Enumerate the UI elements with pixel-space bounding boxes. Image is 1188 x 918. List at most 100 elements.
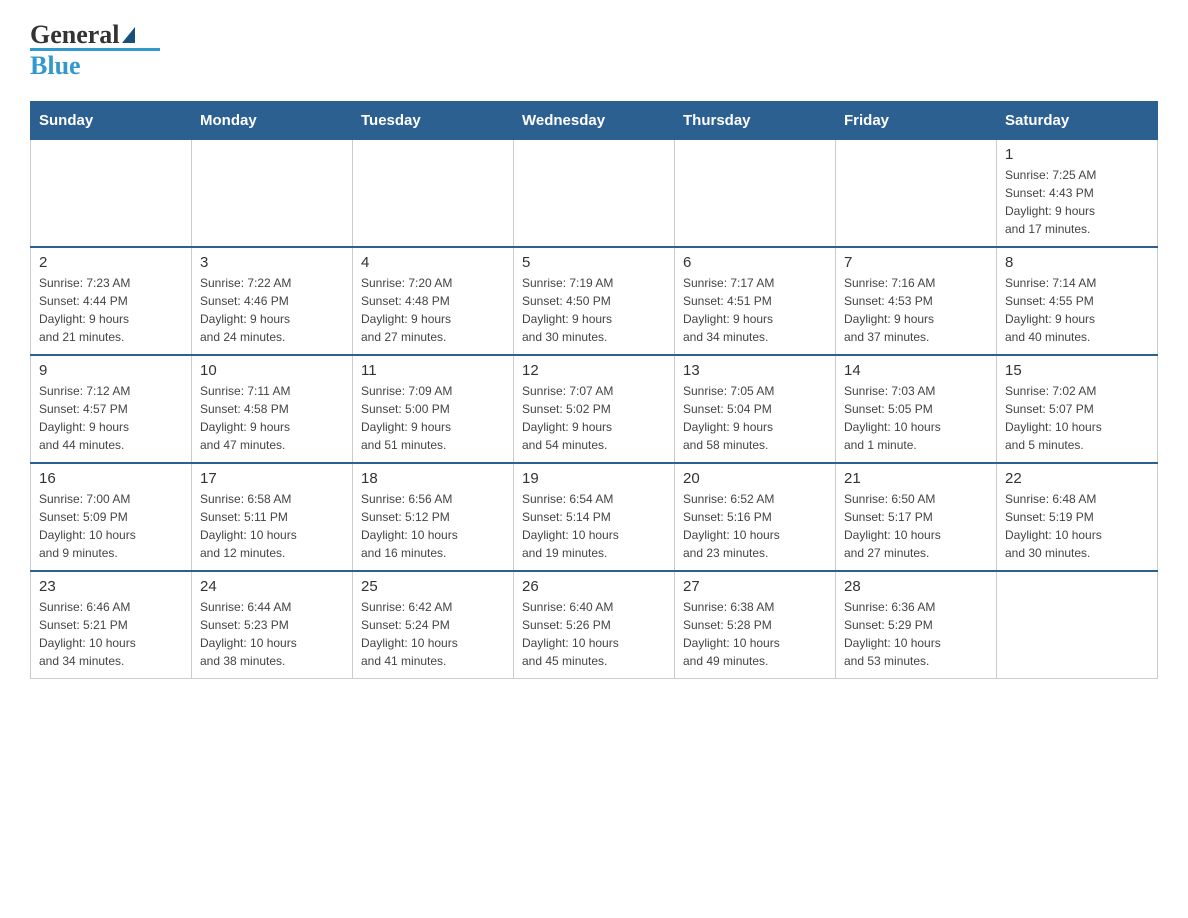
day-info: Sunrise: 7:00 AM Sunset: 5:09 PM Dayligh… (39, 490, 183, 562)
day-number: 27 (683, 578, 827, 595)
day-number: 3 (200, 254, 344, 271)
day-info: Sunrise: 6:40 AM Sunset: 5:26 PM Dayligh… (522, 598, 666, 670)
day-info: Sunrise: 7:22 AM Sunset: 4:46 PM Dayligh… (200, 274, 344, 346)
weekday-header-row: SundayMondayTuesdayWednesdayThursdayFrid… (31, 102, 1158, 140)
day-info: Sunrise: 7:03 AM Sunset: 5:05 PM Dayligh… (844, 382, 988, 454)
day-info: Sunrise: 6:50 AM Sunset: 5:17 PM Dayligh… (844, 490, 988, 562)
day-info: Sunrise: 6:56 AM Sunset: 5:12 PM Dayligh… (361, 490, 505, 562)
calendar-cell (836, 140, 997, 248)
calendar-cell: 14 Sunrise: 7:03 AM Sunset: 5:05 PM Dayli… (836, 355, 997, 463)
day-number: 16 (39, 470, 183, 487)
day-info: Sunrise: 7:25 AM Sunset: 4:43 PM Dayligh… (1005, 166, 1149, 238)
weekday-header-friday: Friday (836, 102, 997, 140)
calendar-cell: 18 Sunrise: 6:56 AM Sunset: 5:12 PM Dayli… (353, 463, 514, 571)
day-number: 8 (1005, 254, 1149, 271)
calendar-cell: 26 Sunrise: 6:40 AM Sunset: 5:26 PM Dayli… (514, 571, 675, 679)
calendar-cell (514, 140, 675, 248)
day-number: 11 (361, 362, 505, 379)
weekday-header-wednesday: Wednesday (514, 102, 675, 140)
calendar-cell: 6 Sunrise: 7:17 AM Sunset: 4:51 PM Daylig… (675, 247, 836, 355)
calendar-cell: 27 Sunrise: 6:38 AM Sunset: 5:28 PM Dayli… (675, 571, 836, 679)
day-number: 12 (522, 362, 666, 379)
calendar-cell: 16 Sunrise: 7:00 AM Sunset: 5:09 PM Dayli… (31, 463, 192, 571)
day-info: Sunrise: 6:58 AM Sunset: 5:11 PM Dayligh… (200, 490, 344, 562)
calendar-cell (675, 140, 836, 248)
day-info: Sunrise: 6:46 AM Sunset: 5:21 PM Dayligh… (39, 598, 183, 670)
day-info: Sunrise: 7:19 AM Sunset: 4:50 PM Dayligh… (522, 274, 666, 346)
calendar-cell: 21 Sunrise: 6:50 AM Sunset: 5:17 PM Dayli… (836, 463, 997, 571)
day-info: Sunrise: 6:54 AM Sunset: 5:14 PM Dayligh… (522, 490, 666, 562)
day-info: Sunrise: 6:48 AM Sunset: 5:19 PM Dayligh… (1005, 490, 1149, 562)
day-number: 18 (361, 470, 505, 487)
day-number: 22 (1005, 470, 1149, 487)
calendar-cell: 10 Sunrise: 7:11 AM Sunset: 4:58 PM Dayli… (192, 355, 353, 463)
day-info: Sunrise: 6:38 AM Sunset: 5:28 PM Dayligh… (683, 598, 827, 670)
weekday-header-sunday: Sunday (31, 102, 192, 140)
day-info: Sunrise: 6:44 AM Sunset: 5:23 PM Dayligh… (200, 598, 344, 670)
calendar-cell (31, 140, 192, 248)
day-number: 5 (522, 254, 666, 271)
weekday-header-tuesday: Tuesday (353, 102, 514, 140)
calendar-cell: 13Sunrise: 7:05 AM Sunset: 5:04 PM Dayli… (675, 355, 836, 463)
day-info: Sunrise: 7:20 AM Sunset: 4:48 PM Dayligh… (361, 274, 505, 346)
day-number: 6 (683, 254, 827, 271)
calendar-table: SundayMondayTuesdayWednesdayThursdayFrid… (30, 101, 1158, 679)
day-number: 10 (200, 362, 344, 379)
calendar-cell: 19 Sunrise: 6:54 AM Sunset: 5:14 PM Dayli… (514, 463, 675, 571)
day-number: 25 (361, 578, 505, 595)
day-info: Sunrise: 6:36 AM Sunset: 5:29 PM Dayligh… (844, 598, 988, 670)
day-number: 28 (844, 578, 988, 595)
day-number: 13 (683, 362, 827, 379)
calendar-cell (997, 571, 1158, 679)
calendar-cell: 24 Sunrise: 6:44 AM Sunset: 5:23 PM Dayli… (192, 571, 353, 679)
day-number: 14 (844, 362, 988, 379)
day-number: 23 (39, 578, 183, 595)
logo-triangle-icon (122, 27, 135, 43)
day-number: 20 (683, 470, 827, 487)
calendar-cell: 11 Sunrise: 7:09 AM Sunset: 5:00 PM Dayli… (353, 355, 514, 463)
day-number: 2 (39, 254, 183, 271)
day-info: Sunrise: 7:09 AM Sunset: 5:00 PM Dayligh… (361, 382, 505, 454)
day-number: 24 (200, 578, 344, 595)
weekday-header-thursday: Thursday (675, 102, 836, 140)
week-row-4: 16 Sunrise: 7:00 AM Sunset: 5:09 PM Dayli… (31, 463, 1158, 571)
day-number: 7 (844, 254, 988, 271)
day-info: Sunrise: 7:12 AM Sunset: 4:57 PM Dayligh… (39, 382, 183, 454)
day-info: Sunrise: 7:23 AM Sunset: 4:44 PM Dayligh… (39, 274, 183, 346)
page-header: General Blue (30, 20, 1158, 81)
day-number: 21 (844, 470, 988, 487)
day-number: 15 (1005, 362, 1149, 379)
week-row-5: 23 Sunrise: 6:46 AM Sunset: 5:21 PM Dayli… (31, 571, 1158, 679)
week-row-1: 1Sunrise: 7:25 AM Sunset: 4:43 PM Daylig… (31, 140, 1158, 248)
day-number: 17 (200, 470, 344, 487)
week-row-3: 9 Sunrise: 7:12 AM Sunset: 4:57 PM Daylig… (31, 355, 1158, 463)
day-number: 19 (522, 470, 666, 487)
calendar-cell: 3 Sunrise: 7:22 AM Sunset: 4:46 PM Daylig… (192, 247, 353, 355)
calendar-cell: 9 Sunrise: 7:12 AM Sunset: 4:57 PM Daylig… (31, 355, 192, 463)
calendar-cell: 7 Sunrise: 7:16 AM Sunset: 4:53 PM Daylig… (836, 247, 997, 355)
day-info: Sunrise: 6:42 AM Sunset: 5:24 PM Dayligh… (361, 598, 505, 670)
calendar-cell: 12 Sunrise: 7:07 AM Sunset: 5:02 PM Dayli… (514, 355, 675, 463)
calendar-cell: 8 Sunrise: 7:14 AM Sunset: 4:55 PM Daylig… (997, 247, 1158, 355)
logo-text-general: General (30, 20, 120, 50)
day-number: 26 (522, 578, 666, 595)
calendar-cell: 15 Sunrise: 7:02 AM Sunset: 5:07 PM Dayli… (997, 355, 1158, 463)
calendar-cell: 28 Sunrise: 6:36 AM Sunset: 5:29 PM Dayli… (836, 571, 997, 679)
calendar-cell: 1Sunrise: 7:25 AM Sunset: 4:43 PM Daylig… (997, 140, 1158, 248)
calendar-cell: 23 Sunrise: 6:46 AM Sunset: 5:21 PM Dayli… (31, 571, 192, 679)
calendar-cell: 4Sunrise: 7:20 AM Sunset: 4:48 PM Daylig… (353, 247, 514, 355)
day-info: Sunrise: 7:17 AM Sunset: 4:51 PM Dayligh… (683, 274, 827, 346)
logo: General Blue (30, 20, 160, 81)
day-info: Sunrise: 7:16 AM Sunset: 4:53 PM Dayligh… (844, 274, 988, 346)
calendar-cell: 20Sunrise: 6:52 AM Sunset: 5:16 PM Dayli… (675, 463, 836, 571)
calendar-cell: 25 Sunrise: 6:42 AM Sunset: 5:24 PM Dayli… (353, 571, 514, 679)
day-info: Sunrise: 7:11 AM Sunset: 4:58 PM Dayligh… (200, 382, 344, 454)
weekday-header-monday: Monday (192, 102, 353, 140)
day-info: Sunrise: 7:02 AM Sunset: 5:07 PM Dayligh… (1005, 382, 1149, 454)
day-info: Sunrise: 7:07 AM Sunset: 5:02 PM Dayligh… (522, 382, 666, 454)
calendar-cell: 2 Sunrise: 7:23 AM Sunset: 4:44 PM Daylig… (31, 247, 192, 355)
day-number: 9 (39, 362, 183, 379)
calendar-cell (192, 140, 353, 248)
logo-text-blue: Blue (30, 51, 81, 81)
day-info: Sunrise: 7:14 AM Sunset: 4:55 PM Dayligh… (1005, 274, 1149, 346)
